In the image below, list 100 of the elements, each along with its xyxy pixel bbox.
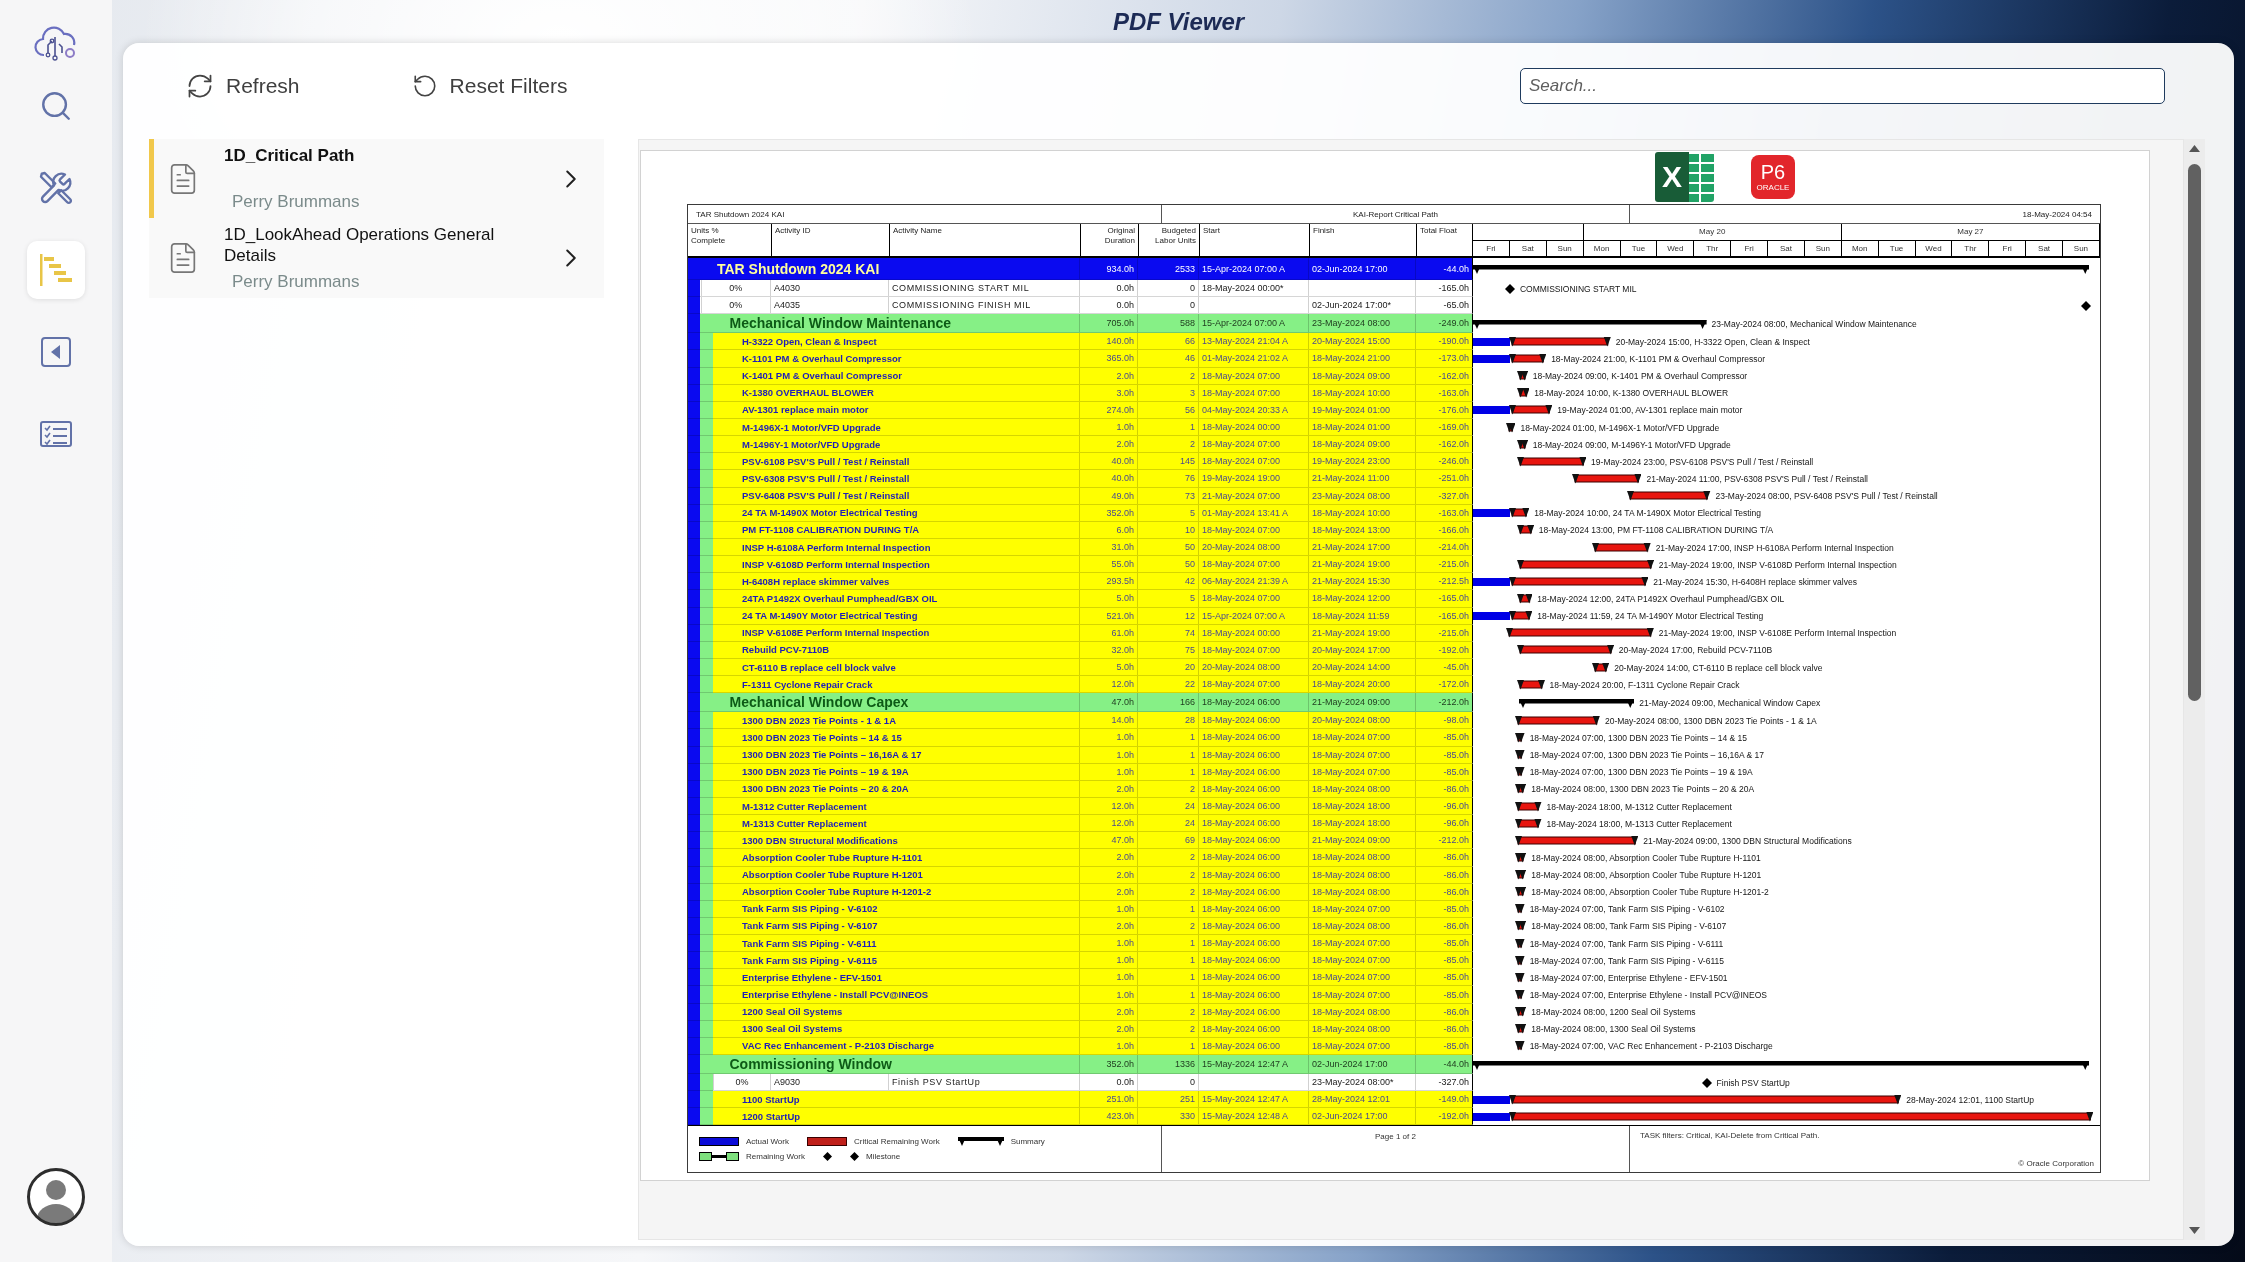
day-header: Wed	[1925, 243, 1942, 253]
activity-name: 1300 DBN 2023 Tie Points – 14 & 15	[741, 730, 903, 745]
finish-date: 21-May-2024 19:00	[1308, 624, 1415, 641]
labor-units: 2	[1137, 436, 1198, 453]
original-duration: 274.0h	[1079, 401, 1137, 418]
finish-date: 18-May-2024 07:00	[1308, 900, 1415, 917]
original-duration: 40.0h	[1079, 453, 1137, 470]
total-float: -85.0h	[1415, 900, 1472, 917]
original-duration: 31.0h	[1079, 538, 1137, 556]
total-float: -149.0h	[1415, 1091, 1472, 1108]
original-duration: 2.0h	[1079, 436, 1137, 453]
original-duration: 12.0h	[1079, 797, 1137, 815]
total-float: -327.0h	[1415, 487, 1472, 504]
bar-label: 18-May-2024 09:00, M-1496Y-1 Motor/VFD Upgrade	[1532, 438, 1731, 452]
milestone-diamond-icon	[1504, 283, 1515, 294]
labor-units: 12	[1137, 607, 1198, 624]
activity-name: 24TA P1492X Overhaul Pumphead/GBX OIL	[741, 591, 939, 606]
actual-work-swatch-icon	[699, 1137, 739, 1147]
activity-name: 1300 DBN 2023 Tie Points - 1 & 1A	[741, 713, 897, 728]
original-duration: 2.0h	[1079, 866, 1137, 883]
labor-units: 24	[1137, 797, 1198, 815]
total-float: -85.0h	[1415, 763, 1472, 780]
legend-label: Summary	[1010, 1137, 1045, 1147]
activity-name: M-1313 Cutter Replacement	[741, 816, 868, 831]
finish-date: 18-May-2024 07:00	[1308, 935, 1415, 952]
labor-units: 330	[1137, 1108, 1198, 1125]
start-date: 18-May-2024 00:00*	[1198, 280, 1308, 297]
percent-complete: 0%	[700, 297, 770, 314]
labor-units: 1	[1137, 952, 1198, 969]
print-date: 18-May-2024 04:54	[2022, 209, 2092, 219]
activity-name: 1300 DBN 2023 Tie Points – 20 & 20A	[741, 782, 910, 797]
activity-name: 1100 StartUp	[741, 1092, 801, 1107]
finish-date: 21-May-2024 15:30	[1308, 573, 1415, 590]
total-float: -96.0h	[1415, 797, 1472, 815]
labor-units: 76	[1137, 470, 1198, 487]
original-duration: 0.0h	[1079, 280, 1137, 297]
start-date: 20-May-2024 08:00	[1198, 538, 1308, 556]
total-float: -192.0h	[1415, 641, 1472, 658]
start-date: 04-May-2024 20:33 A	[1198, 401, 1308, 418]
original-duration: 2.0h	[1079, 1003, 1137, 1020]
day-header: Thr	[1964, 243, 1977, 253]
critical-remaining-bar	[1516, 456, 1587, 467]
total-float: -86.0h	[1415, 1020, 1472, 1037]
original-duration: 140.0h	[1079, 333, 1137, 350]
activity-name: 1300 DBN Structural Modifications	[741, 833, 899, 848]
page-number: Page 1 of 2	[1375, 1132, 1416, 1142]
total-float: -162.0h	[1415, 436, 1472, 453]
labor-units: 66	[1137, 333, 1198, 350]
document-author: Perry Brummans	[231, 270, 361, 292]
filter-note: TASK filters: Critical, KAI-Delete from Critical Path.	[1640, 1131, 1820, 1141]
scrollbar[interactable]	[2184, 139, 2205, 1240]
total-float: -165.0h	[1415, 280, 1472, 297]
checklist-icon	[40, 421, 72, 447]
activity-name: INSP V-6108E Perform Internal Inspection	[741, 626, 931, 641]
search-field[interactable]: Search...	[1520, 68, 2165, 104]
original-duration: 1.0h	[1079, 729, 1137, 746]
start-date: 18-May-2024 06:00	[1198, 969, 1308, 986]
bar-label: 18-May-2024 08:00, Absorption Cooler Tube Rupture H-1201	[1531, 869, 1762, 883]
actual-work-bar	[1473, 1112, 1510, 1121]
total-float: -212.5h	[1415, 573, 1472, 590]
layout-title: KAI-Report Critical Path	[1353, 209, 1438, 219]
bar-label: 18-May-2024 18:00, M-1313 Cutter Replacement	[1546, 817, 1732, 831]
activity-name: Tank Farm SIS Piping - V-6111	[741, 936, 878, 951]
original-duration: 352.0h	[1079, 1055, 1137, 1074]
bar-label: 23-May-2024 08:00, Mechanical Window Maintenance	[1711, 317, 1917, 331]
critical-remaining-bar	[1515, 904, 1525, 915]
day-header: Sun	[1557, 243, 1572, 253]
activity-name: AV-1301 replace main motor	[741, 403, 870, 418]
p6-export-button[interactable]: P6 ORACLE	[1751, 155, 1795, 199]
bar-label: 21-May-2024 09:00, Mechanical Window Capex	[1639, 696, 1821, 710]
labor-units: 5	[1137, 504, 1198, 521]
start-date: 18-May-2024 07:00	[1198, 453, 1308, 470]
document-list-item[interactable]: 1D_Critical Path Perry Brummans	[149, 139, 604, 218]
total-float: -44.0h	[1415, 258, 1472, 279]
critical-remaining-bar	[1515, 870, 1527, 881]
document-list-item[interactable]: 1D_LookAhead Operations General Details Perry Brummans	[149, 218, 604, 298]
bar-label: 21-May-2024 15:30, H-6408H replace skimmer valves	[1653, 575, 1857, 589]
activity-id: A4035	[770, 297, 888, 314]
total-float: -86.0h	[1415, 849, 1472, 866]
legend-label: Remaining Work	[746, 1152, 805, 1162]
start-date: 18-May-2024 06:00	[1198, 866, 1308, 883]
finish-date: 21-May-2024 17:00	[1308, 538, 1415, 556]
activity-name: INSP H-6108A Perform Internal Inspection	[741, 540, 932, 555]
activity-name: 1200 Seal Oil Systems	[741, 1005, 844, 1020]
activity-name: Rebuild PCV-7110B	[741, 643, 831, 658]
finish-date: 21-May-2024 09:00	[1308, 832, 1415, 849]
finish-date: 18-May-2024 20:00	[1308, 676, 1415, 693]
labor-units: 2	[1137, 367, 1198, 384]
refresh-button[interactable]: Refresh	[186, 72, 300, 100]
activity-name: Enterprise Ethylene - EFV-1501	[741, 970, 883, 985]
total-float: -85.0h	[1415, 986, 1472, 1003]
excel-export-button[interactable]: X	[1655, 152, 1714, 202]
bar-label: 18-May-2024 08:00, Absorption Cooler Tube Rupture H-1101	[1531, 851, 1761, 865]
reset-button[interactable]: Reset Filters	[411, 73, 568, 99]
finish-date: 02-Jun-2024 17:00	[1308, 1055, 1415, 1074]
day-header: Wed	[1667, 243, 1684, 253]
bar-label: 18-May-2024 08:00, 1300 Seal Oil Systems	[1531, 1023, 1696, 1037]
original-duration: 2.0h	[1079, 883, 1137, 900]
critical-remaining-bar	[1591, 542, 1651, 553]
scrollbar-thumb[interactable]	[2188, 164, 2201, 701]
